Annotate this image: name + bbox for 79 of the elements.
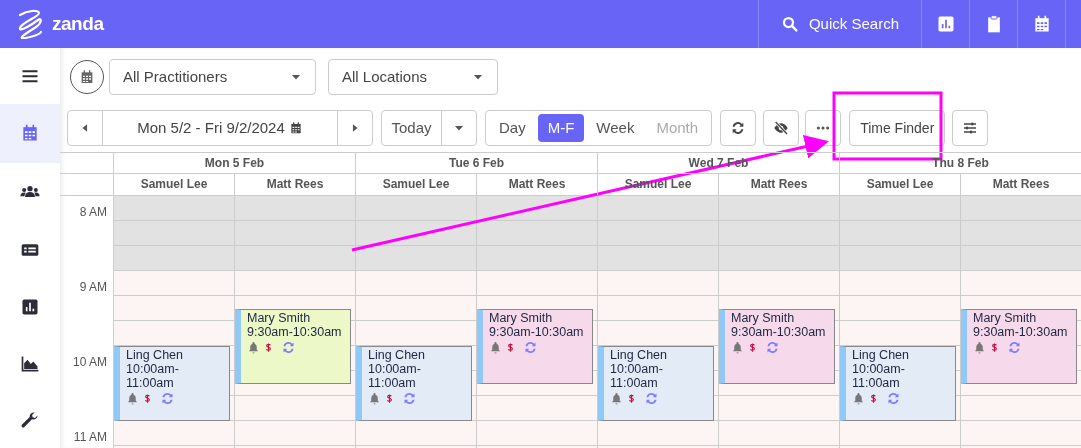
recurring-icon — [886, 391, 901, 406]
appointment-card[interactable]: Mary Smith 9:30am-10:30am — [719, 308, 835, 384]
patient-name: Mary Smith — [731, 310, 796, 325]
day-header: Tue 6 Feb — [355, 153, 597, 173]
more-button[interactable] — [805, 110, 842, 146]
appointment-card[interactable]: Mary Smith 9:30am-10:30am — [961, 308, 1077, 384]
patient-name: Ling Chen — [126, 348, 184, 362]
recurring-icon — [160, 391, 175, 406]
time-label: 9 AM — [79, 280, 107, 294]
bell-icon — [489, 340, 502, 354]
refresh-button[interactable] — [720, 110, 757, 146]
day-header: Mon 5 Feb — [113, 153, 355, 173]
bell-icon — [247, 340, 260, 354]
recurring-icon — [523, 339, 538, 355]
search-icon — [780, 15, 799, 33]
appointment-time: 9:30am-10:30am — [247, 324, 342, 339]
location-dropdown[interactable]: All Locations — [328, 59, 498, 95]
sliders-icon — [962, 120, 979, 136]
recurring-icon — [644, 391, 659, 406]
appointment-time: 10:00am-11:00am — [852, 362, 906, 390]
view-tab[interactable]: M-F — [537, 114, 585, 142]
bell-icon — [731, 340, 744, 354]
hide-button[interactable] — [763, 110, 800, 146]
practitioner-dropdown[interactable]: All Practitioners — [109, 59, 316, 95]
practitioner-header: Samuel Lee — [839, 174, 960, 195]
patient-name: Mary Smith — [489, 310, 554, 325]
appointment-time: 9:30am-10:30am — [489, 324, 584, 339]
settings-button[interactable] — [952, 110, 989, 146]
brand-name: zanda — [52, 11, 104, 36]
appointment-time: 9:30am-10:30am — [731, 324, 826, 339]
time-label: 10 AM — [72, 355, 107, 369]
wrench-icon — [20, 409, 40, 430]
patient-name: Mary Smith — [247, 310, 312, 325]
calendar-icon — [288, 121, 303, 135]
recurring-icon — [281, 339, 296, 355]
recurring-icon — [402, 391, 417, 406]
bell-icon — [973, 340, 986, 354]
appointment-card[interactable]: Ling Chen 10:00am-11:00am — [114, 346, 230, 421]
practitioner-header: Samuel Lee — [355, 174, 476, 195]
recurring-icon — [1007, 339, 1022, 355]
dollar-icon — [869, 391, 878, 406]
appointment-time: 10:00am-11:00am — [126, 362, 180, 390]
bar-chart-icon — [20, 297, 40, 318]
dollar-icon — [627, 391, 636, 406]
practitioner-header: Matt Rees — [234, 174, 355, 195]
practitioner-header: Matt Rees — [476, 174, 597, 195]
chevron-right-icon — [350, 123, 360, 133]
bell-icon — [368, 392, 381, 405]
patient-name: Mary Smith — [973, 310, 1038, 325]
practitioner-header: Samuel Lee — [113, 174, 234, 195]
day-header: Thu 8 Feb — [839, 153, 1081, 173]
time-finder-button[interactable]: Time Finder — [849, 110, 946, 146]
appointment-time: 10:00am-11:00am — [610, 362, 664, 390]
patient-name: Ling Chen — [368, 348, 426, 362]
recurring-icon — [765, 339, 780, 355]
practitioner-header: Matt Rees — [960, 174, 1081, 195]
appointment-time: 9:30am-10:30am — [973, 324, 1068, 339]
dollar-icon — [385, 391, 394, 406]
practitioner-header: Matt Rees — [718, 174, 839, 195]
chevron-left-icon — [80, 123, 90, 133]
bell-icon — [852, 392, 865, 405]
time-label: 8 AM — [79, 205, 107, 219]
dollar-icon — [143, 391, 152, 406]
bell-icon — [610, 392, 623, 405]
patient-name: Ling Chen — [852, 348, 910, 362]
calendar-icon — [79, 69, 95, 85]
appointment-card[interactable]: Ling Chen 10:00am-11:00am — [840, 346, 956, 421]
appointment-card[interactable]: Mary Smith 9:30am-10:30am — [235, 308, 351, 384]
view-tab[interactable]: Week — [586, 114, 645, 142]
calendar-icon — [20, 123, 40, 144]
eye-slash-icon — [773, 120, 790, 136]
view-tab[interactable]: Day — [489, 114, 536, 142]
appointment-card[interactable]: Mary Smith 9:30am-10:30am — [477, 308, 593, 384]
time-label: 11 AM — [73, 430, 107, 444]
appointment-card[interactable]: Ling Chen 10:00am-11:00am — [598, 346, 714, 421]
appointment-card[interactable]: Ling Chen 10:00am-11:00am — [356, 346, 472, 421]
bell-icon — [126, 392, 139, 405]
appointment-time: 10:00am-11:00am — [368, 362, 422, 390]
patient-name: Ling Chen — [610, 348, 668, 362]
